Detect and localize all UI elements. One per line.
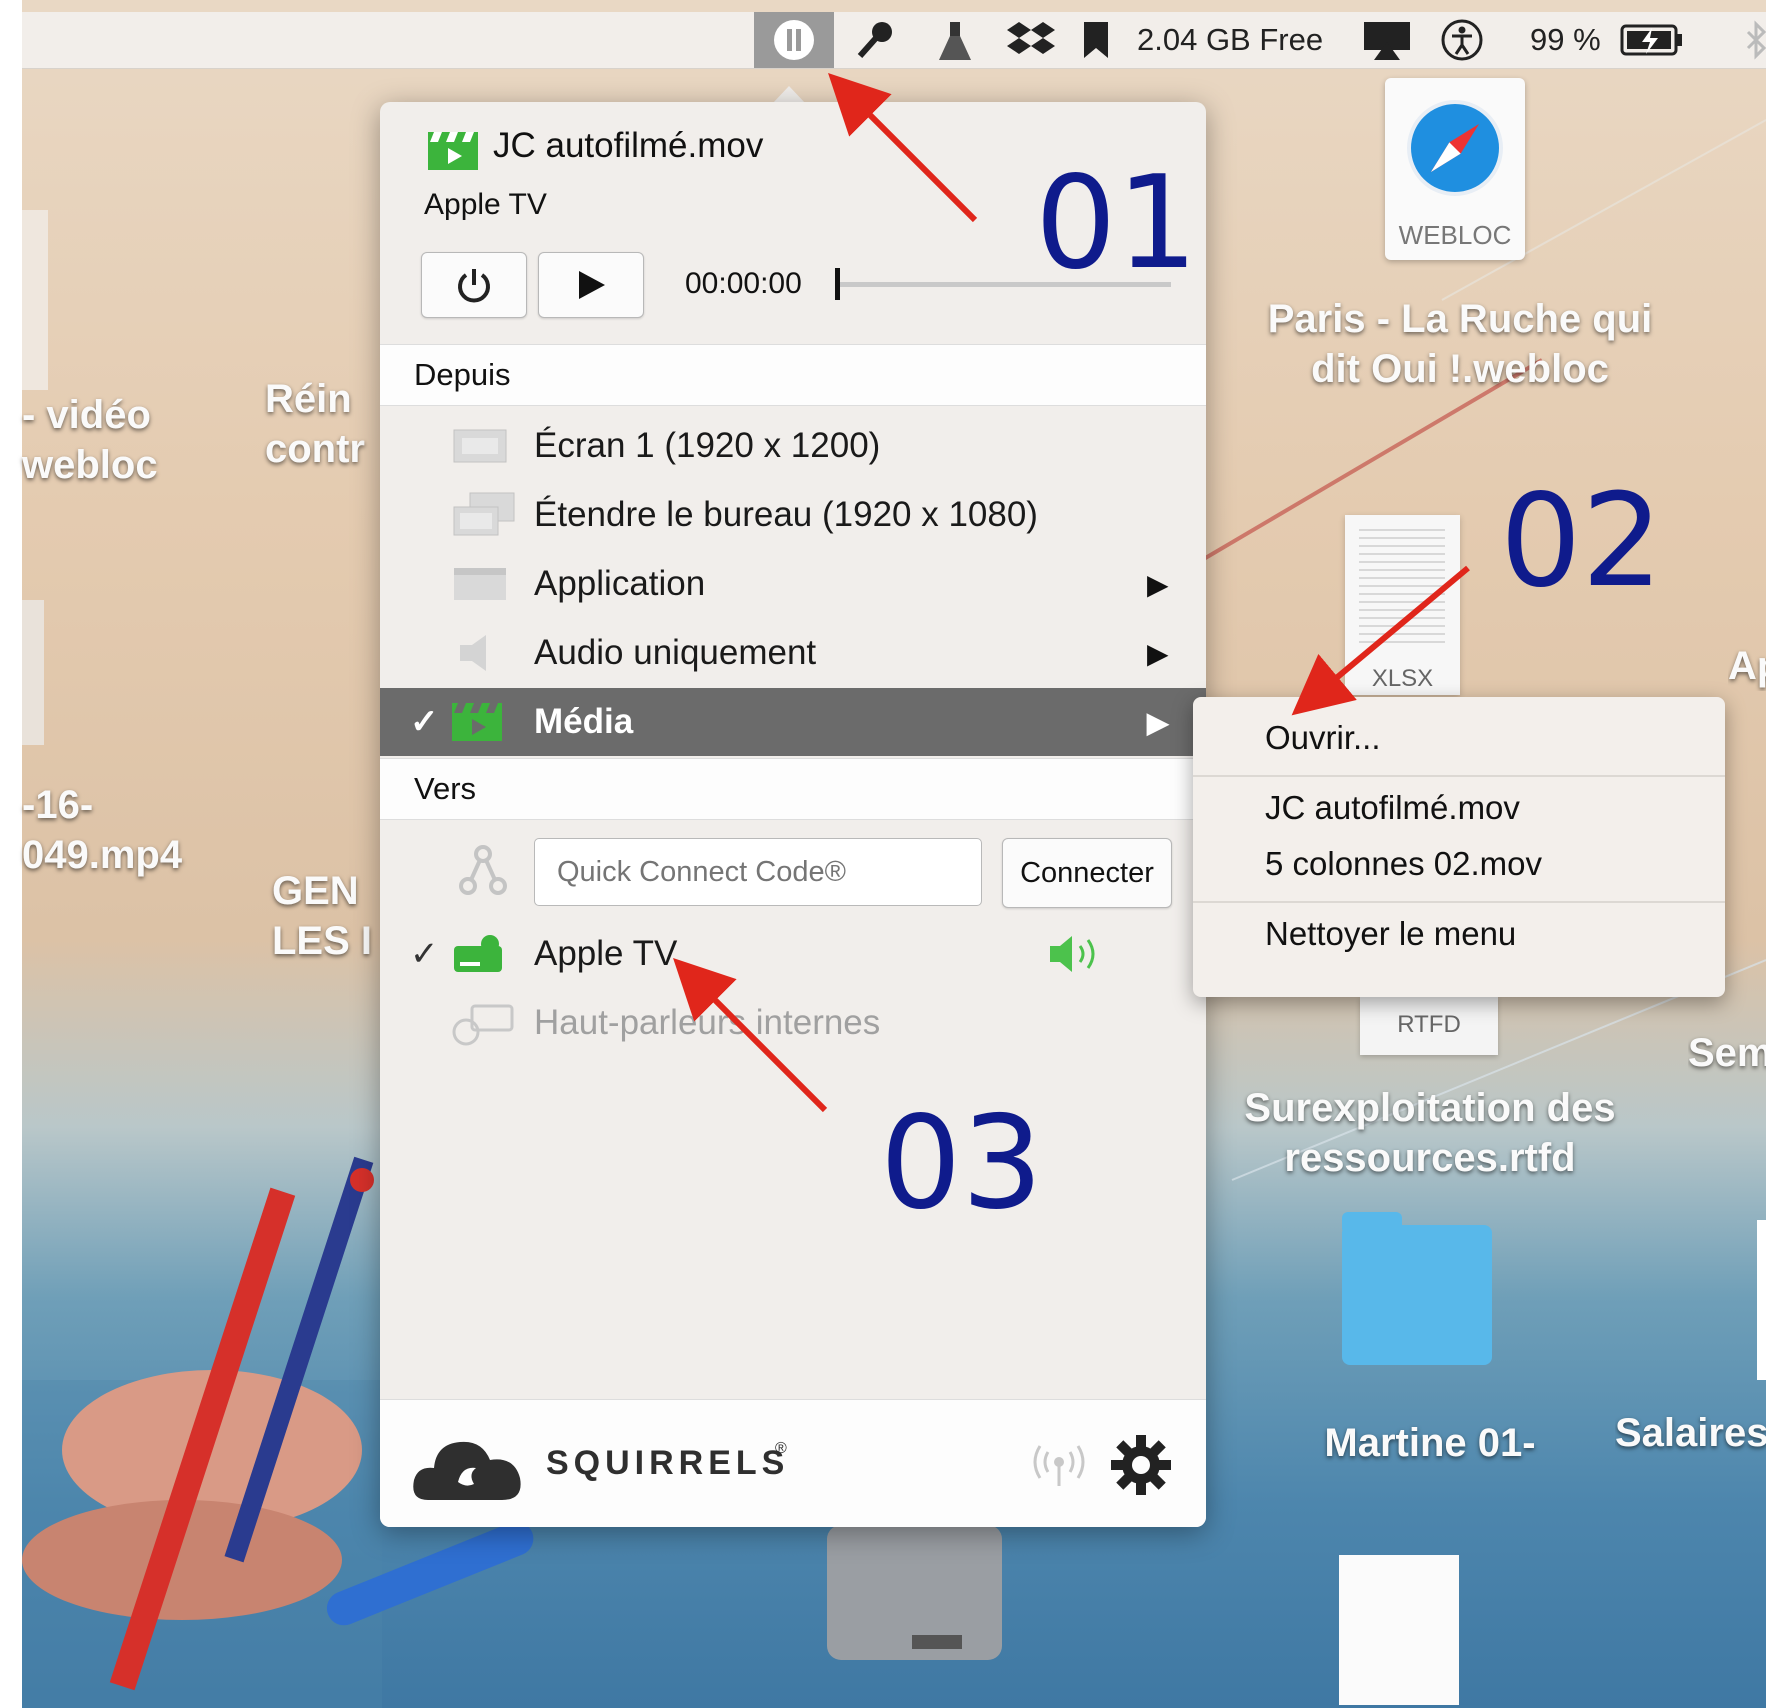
annotation-arrow-01 <box>828 73 978 223</box>
annotation-arrows <box>673 73 1470 1113</box>
annotation-label-02: 02 <box>1500 467 1663 616</box>
annotation-arrow-02 <box>1291 565 1470 716</box>
annotation-label-03: 03 <box>880 1089 1043 1238</box>
annotation-arrow-03 <box>673 958 828 1113</box>
annotation-label-01: 01 <box>1035 149 1198 298</box>
